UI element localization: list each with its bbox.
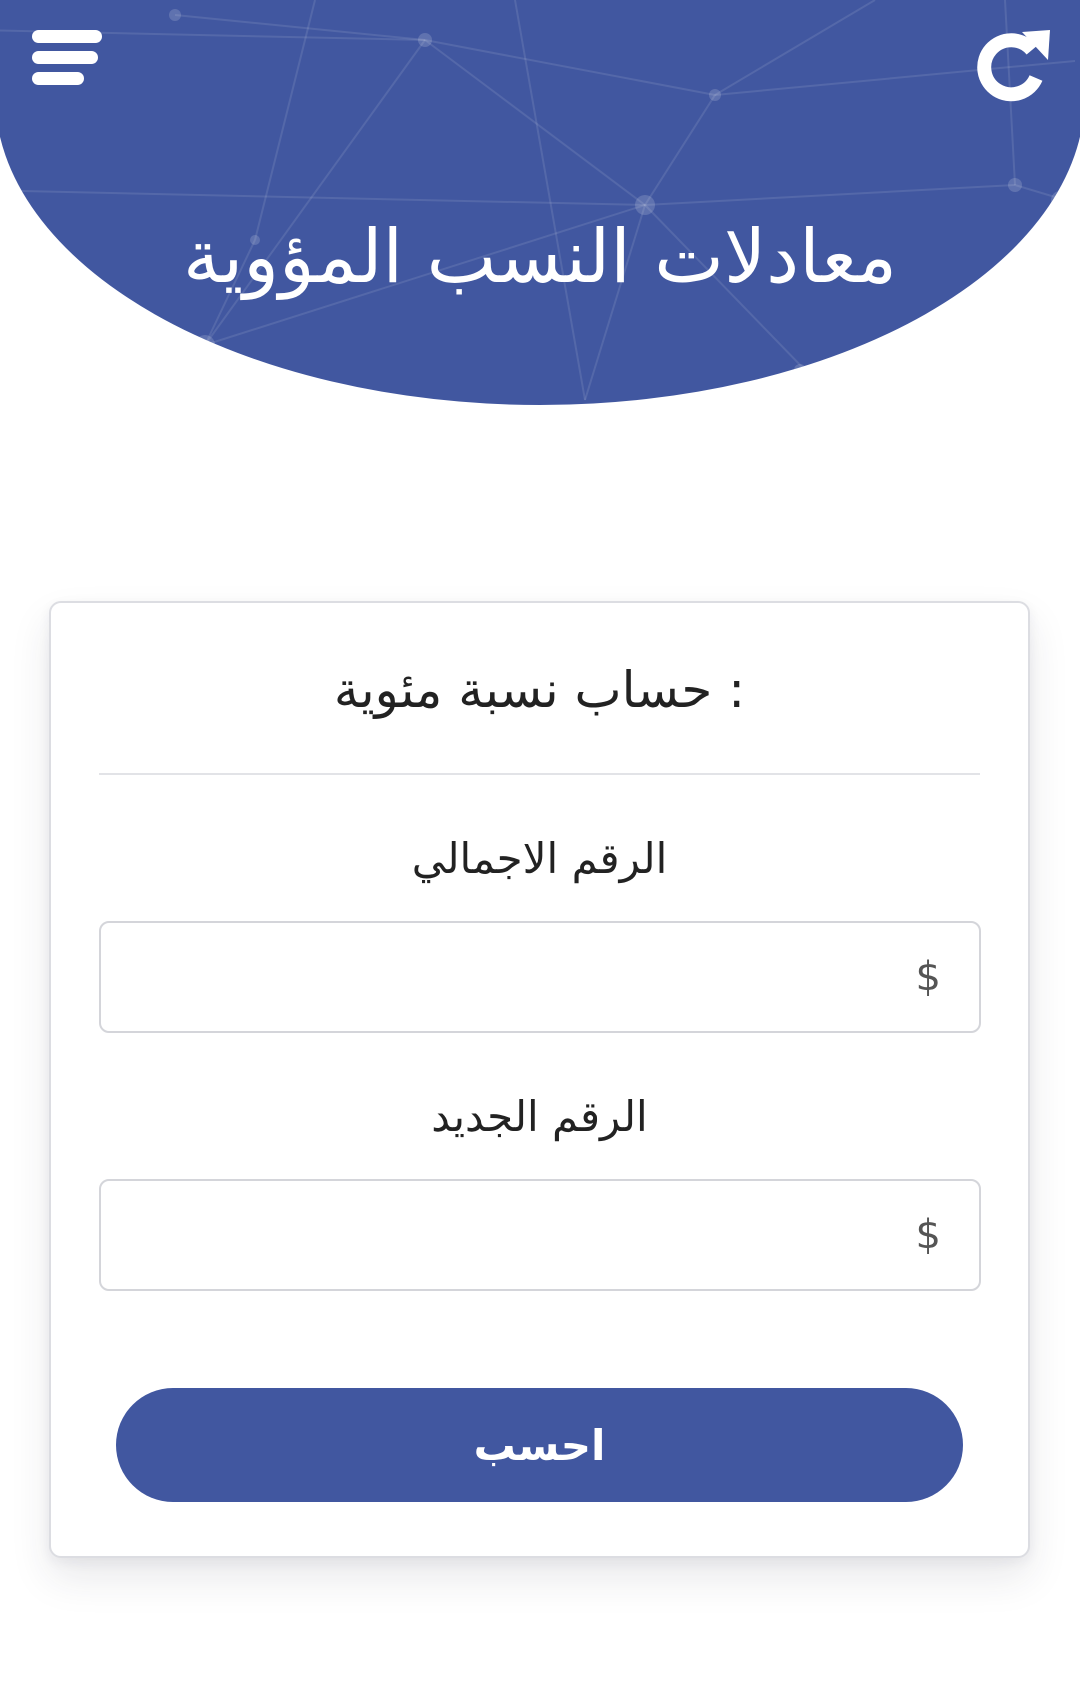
total-number-label: الرقم الاجمالي — [411, 834, 668, 883]
card-title: حساب نسبة مئوية : — [333, 661, 746, 719]
menu-bar — [32, 30, 102, 43]
total-number-field-wrapper — [99, 921, 981, 1033]
refresh-icon[interactable] — [970, 26, 1052, 108]
new-number-label: الرقم الجديد — [431, 1092, 648, 1141]
new-number-field-wrapper — [99, 1179, 981, 1291]
network-pattern-background — [0, 0, 1075, 401]
hamburger-menu-icon[interactable] — [32, 30, 102, 86]
percentage-calculator-card: حساب نسبة مئوية : الرقم الاجمالي الرقم ا… — [49, 601, 1030, 1558]
menu-bar — [32, 72, 84, 85]
total-number-input[interactable] — [101, 923, 979, 1031]
page-title: معادلات النسب المؤوية — [183, 214, 897, 300]
calculate-button[interactable]: احسب — [116, 1388, 963, 1502]
new-number-input[interactable] — [101, 1181, 979, 1289]
header-banner — [0, 0, 1080, 405]
menu-bar — [32, 51, 98, 64]
divider — [99, 773, 980, 775]
